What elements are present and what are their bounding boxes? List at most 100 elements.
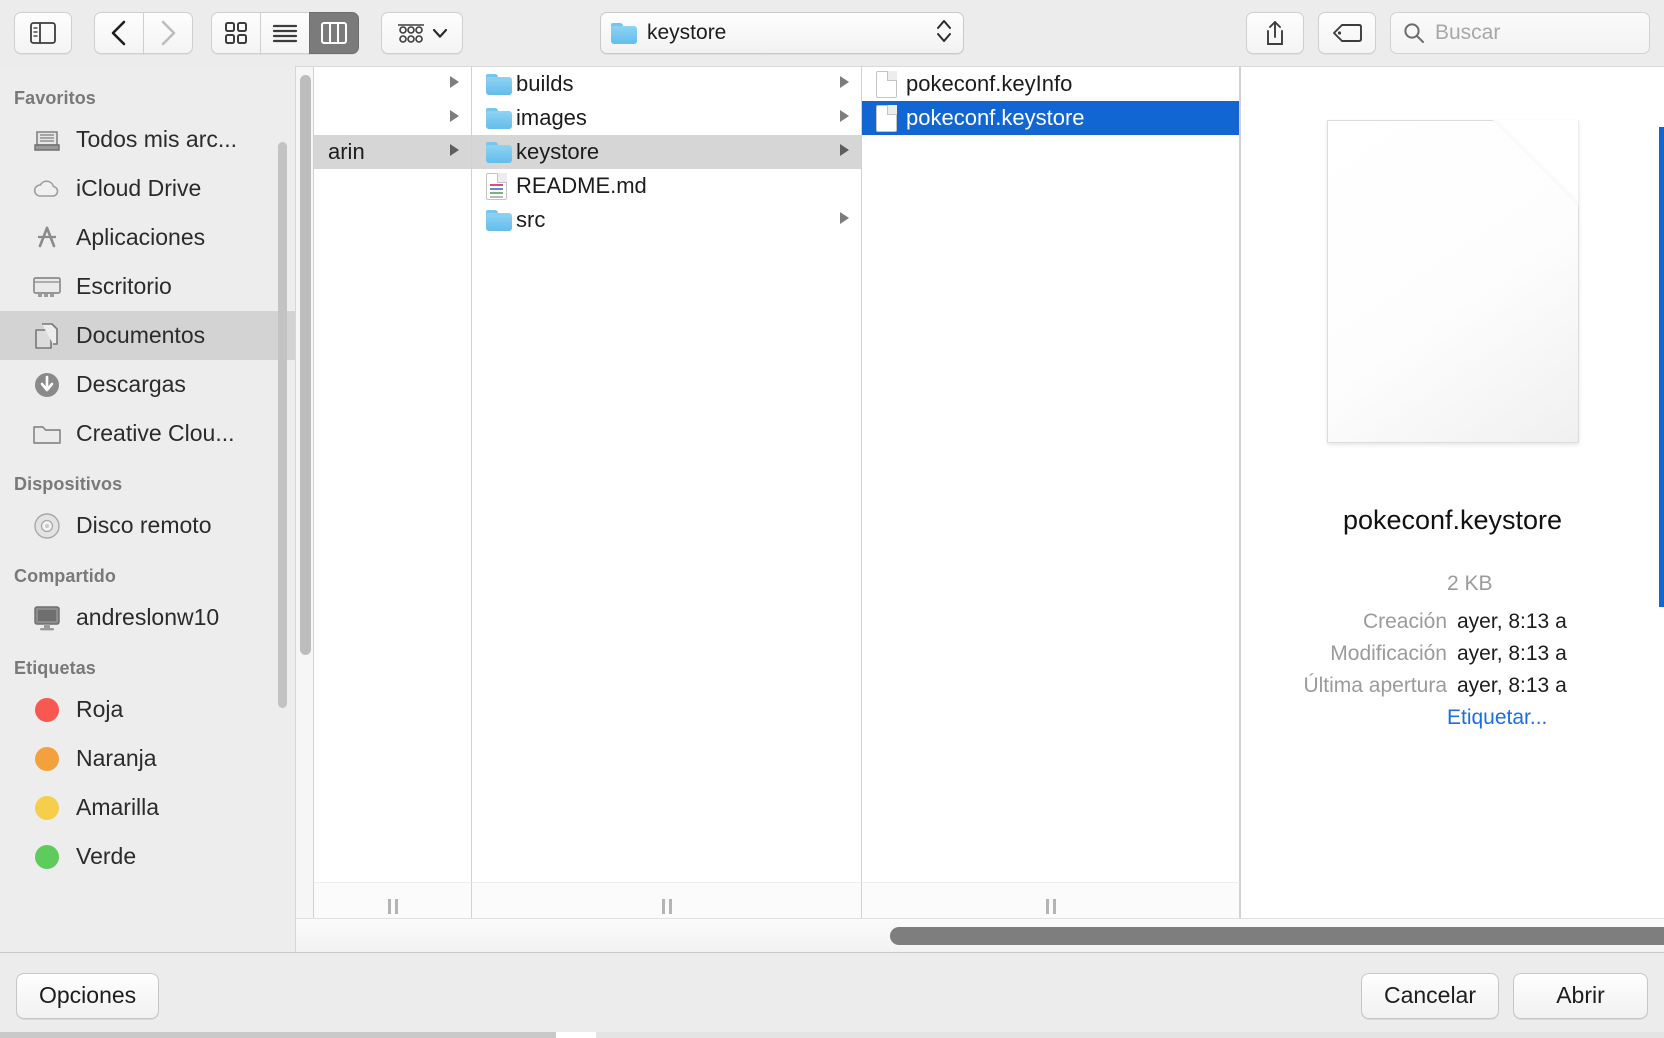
field-value: ayer, 8:13 a [1457,642,1567,665]
sidebar-item-tag-verde[interactable]: Verde [0,832,295,881]
item-label: arin [328,139,365,164]
sidebar-item-label: Documentos [76,322,206,348]
list-icon [272,24,298,43]
icloud-icon [30,178,64,200]
column-2[interactable]: builds images keystore README.md src [472,67,862,882]
column-1[interactable]: arin [314,67,472,882]
sidebar-item-tag-naranja[interactable]: Naranja [0,734,295,783]
sidebar-item-descargas[interactable]: Descargas [0,360,295,409]
sidebar-toggle-button[interactable] [14,12,72,54]
share-icon [1267,21,1283,45]
column-2-resize-handle[interactable] [472,882,862,918]
sidebar-item-label: Roja [76,696,124,722]
preview-scrollbar[interactable] [1659,127,1664,607]
generic-doc-icon [876,70,906,98]
sidebar-header-favoritos: Favoritos [14,88,96,108]
column-browser: arin builds images keystore README.md sr… [296,66,1664,952]
tag-dot-icon [30,844,64,869]
sidebar-item-label: Verde [76,843,137,869]
list-item-readme[interactable]: README.md [472,169,861,203]
item-label: src [516,207,546,232]
sidebar-header-compartido: Compartido [14,566,116,586]
options-button[interactable]: Opciones [16,972,160,1019]
preview-tag-link[interactable]: Etiquetar... [1241,706,1664,730]
list-item-builds[interactable]: builds [472,67,861,101]
field-value: ayer, 8:13 a [1457,610,1567,633]
applications-icon [30,224,64,252]
disclosure-triangle-icon [837,108,853,129]
cancel-button[interactable]: Cancelar [1360,972,1499,1019]
sidebar-item-aplicaciones[interactable]: Aplicaciones [0,213,295,262]
preview-file-name: pokeconf.keystore [1342,505,1563,535]
tag-dot-icon [30,746,64,771]
back-button[interactable] [94,12,144,54]
sidebar-item-tag-amarilla[interactable]: Amarilla [0,783,295,832]
folder-icon [486,141,516,163]
sidebar-item-icloud-drive[interactable]: iCloud Drive [0,164,295,213]
folder-icon [611,22,637,44]
computer-icon [30,604,64,632]
open-button[interactable]: Abrir [1513,972,1648,1019]
item-label: README.md [516,173,647,198]
stepper-icon [935,17,953,50]
disclosure-triangle-icon [837,142,853,163]
list-item[interactable] [314,67,471,101]
list-item-pokeconf-keyinfo[interactable]: pokeconf.keyInfo [862,67,1239,101]
chevron-down-icon [432,28,448,38]
column-1-resize-handle[interactable] [314,882,472,918]
resize-grip-icon [387,899,398,914]
open-file-dialog: keystore Buscar Favoritos Todos mis arc.… [0,0,1664,1038]
sidebar-item-escritorio[interactable]: Escritorio [0,262,295,311]
desktop-icon [30,275,64,299]
list-item-arin[interactable]: arin [314,135,471,169]
column-0-scrollbar[interactable] [296,67,314,918]
sidebar-item-disco-remoto[interactable]: Disco remoto [0,501,295,550]
downloads-icon [30,370,64,400]
tag-dot-icon [30,795,64,820]
share-button[interactable] [1246,12,1304,54]
footer-action-buttons: Cancelar Abrir [1360,972,1648,1019]
horizontal-scrollbar[interactable] [296,918,1664,952]
view-as-list-button[interactable] [260,12,310,54]
documents-icon [30,321,64,351]
item-label: pokeconf.keyInfo [906,71,1073,96]
field-key: Creación [1362,610,1447,633]
sidebar-header-dispositivos: Dispositivos [14,474,123,494]
toolbar-right-tools: Buscar [1246,12,1650,54]
forward-button[interactable] [143,12,193,54]
column-3[interactable]: pokeconf.keyInfo pokeconf.keystore [862,67,1240,882]
disclosure-triangle-icon [837,74,853,95]
nav-buttons [94,12,193,54]
list-item[interactable] [314,101,471,135]
sidebar-header-etiquetas: Etiquetas [14,658,96,678]
list-item-pokeconf-keystore[interactable]: pokeconf.keystore [862,101,1239,135]
sidebar-item-documentos[interactable]: Documentos [0,311,295,360]
folder-icon [486,73,516,95]
view-as-columns-button[interactable] [309,12,359,54]
column-3-resize-handle[interactable] [862,882,1240,918]
item-label: pokeconf.keystore [906,105,1085,130]
list-item-keystore[interactable]: keystore [472,135,861,169]
path-popup-button[interactable]: keystore [600,12,964,54]
preview-pane: pokeconf.keystore 2 KB Creación ayer, 8:… [1240,67,1664,918]
sidebar-item-label: Todos mis arc... [76,126,238,152]
grid-icon [225,22,247,44]
tag-button[interactable] [1318,12,1376,54]
sidebar-item-tag-roja[interactable]: Roja [0,685,295,734]
sidebar-item-label: Amarilla [76,794,160,820]
horizontal-scrollbar-thumb[interactable] [890,927,1664,945]
item-label: keystore [516,139,600,164]
preview-field-modificacion: Modificación ayer, 8:13 a [1265,638,1664,670]
arrange-button[interactable] [381,12,463,54]
columns-container: arin builds images keystore README.md sr… [296,66,1664,918]
view-as-icons-button[interactable] [211,12,261,54]
search-input[interactable]: Buscar [1390,12,1650,54]
sidebar-item-creative-cloud[interactable]: Creative Clou... [0,409,295,458]
sidebar-item-todos-mis-archivos[interactable]: Todos mis arc... [0,115,295,164]
sidebar-scrollbar[interactable] [278,142,287,708]
list-item-images[interactable]: images [472,101,861,135]
markdown-doc-icon [486,172,516,200]
list-item-src[interactable]: src [472,203,861,237]
sidebar-item-andreslonw10[interactable]: andreslonw10 [0,593,295,642]
field-key: Modificación [1330,642,1447,665]
